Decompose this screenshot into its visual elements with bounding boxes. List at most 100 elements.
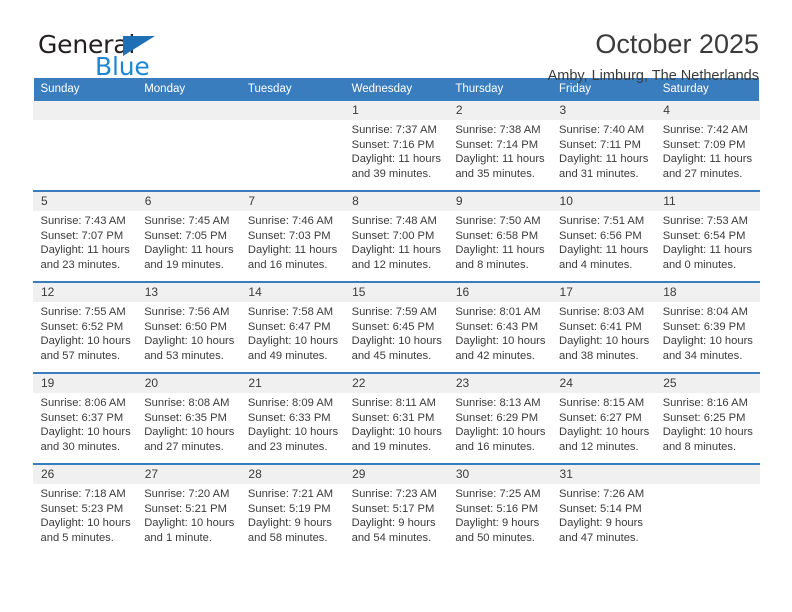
day-number[interactable]: 9 xyxy=(447,190,553,211)
day-cell[interactable]: Sunrise: 7:43 AM Sunset: 7:07 PM Daylight:… xyxy=(33,211,138,282)
day-number[interactable]: 12 xyxy=(33,281,138,302)
day-info-line: Sunset: 7:14 PM xyxy=(455,138,539,151)
day-cell[interactable]: Sunrise: 7:58 AM Sunset: 6:47 PM Daylight:… xyxy=(240,302,345,373)
day-number[interactable]: 5 xyxy=(33,190,138,211)
day-info-line: Sunset: 6:52 PM xyxy=(40,320,124,333)
day-cell[interactable]: Sunrise: 7:56 AM Sunset: 6:50 PM Daylight:… xyxy=(137,302,241,373)
day-info-line: Sunset: 7:09 PM xyxy=(662,138,746,151)
day-number[interactable]: 7 xyxy=(240,190,346,211)
day-number[interactable]: 22 xyxy=(344,372,449,393)
day-number[interactable]: 19 xyxy=(33,372,138,393)
day-cell[interactable]: Sunrise: 7:55 AM Sunset: 6:52 PM Daylight:… xyxy=(33,302,138,373)
day-info-line: Sunset: 6:35 PM xyxy=(144,411,227,424)
day-info-line: Sunrise: 7:59 AM xyxy=(351,306,437,318)
day-number[interactable]: 28 xyxy=(240,463,346,484)
day-cell[interactable]: Sunrise: 7:42 AM Sunset: 7:09 PM Daylight:… xyxy=(655,120,760,191)
day-cell[interactable]: Sunrise: 7:40 AM Sunset: 7:11 PM Daylight:… xyxy=(552,120,656,191)
day-cell[interactable]: Sunrise: 7:51 AM Sunset: 6:56 PM Daylight:… xyxy=(552,211,656,282)
day-info-line: and 23 minutes. xyxy=(247,440,328,453)
day-number[interactable]: 3 xyxy=(551,101,657,120)
day-cell[interactable]: Sunrise: 7:21 AM Sunset: 5:19 PM Daylight:… xyxy=(240,484,345,555)
day-number[interactable]: 18 xyxy=(655,281,760,302)
day-number[interactable]: 30 xyxy=(447,463,553,484)
day-number[interactable]: 6 xyxy=(136,190,242,211)
weekday-header-thursday: Thursday xyxy=(448,78,553,101)
day-info-line: Daylight: 11 hours xyxy=(662,244,753,257)
day-number[interactable]: 2 xyxy=(447,101,553,120)
day-info-line: Sunrise: 7:37 AM xyxy=(351,124,437,136)
day-number[interactable]: 16 xyxy=(447,281,553,302)
day-info-line: Sunrise: 7:55 AM xyxy=(40,306,126,318)
day-number[interactable]: 31 xyxy=(551,463,657,484)
day-info-line: Daylight: 10 hours xyxy=(40,517,131,530)
day-info-line: and 49 minutes. xyxy=(247,349,328,362)
day-info-line: Sunrise: 8:16 AM xyxy=(662,397,748,409)
day-info-line: Daylight: 11 hours xyxy=(662,153,753,166)
day-cell[interactable]: Sunrise: 8:03 AM Sunset: 6:41 PM Daylight:… xyxy=(552,302,656,373)
day-number[interactable]: 4 xyxy=(655,101,760,120)
day-number[interactable]: 25 xyxy=(655,372,760,393)
day-cell[interactable]: Sunrise: 7:26 AM Sunset: 5:14 PM Daylight:… xyxy=(552,484,656,555)
day-cell[interactable]: Sunrise: 8:13 AM Sunset: 6:29 PM Daylight:… xyxy=(448,393,553,464)
day-number[interactable]: 14 xyxy=(240,281,346,302)
day-cell[interactable]: Sunrise: 7:37 AM Sunset: 7:16 PM Daylight:… xyxy=(344,120,449,191)
day-info-line: Daylight: 10 hours xyxy=(455,426,546,439)
day-number[interactable]: 1 xyxy=(344,101,449,120)
day-info-line: Daylight: 11 hours xyxy=(40,244,130,257)
day-info-line: Sunset: 6:25 PM xyxy=(662,411,746,424)
day-number[interactable]: 17 xyxy=(551,281,657,302)
day-info-line: and 27 minutes. xyxy=(144,440,224,453)
day-cell[interactable]: Sunrise: 7:45 AM Sunset: 7:05 PM Daylight:… xyxy=(137,211,241,282)
day-info-line: Sunset: 6:43 PM xyxy=(455,320,539,333)
day-cell[interactable]: Sunrise: 8:04 AM Sunset: 6:39 PM Daylight:… xyxy=(655,302,760,373)
day-number[interactable]: 24 xyxy=(551,372,657,393)
day-cell[interactable]: Sunrise: 8:15 AM Sunset: 6:27 PM Daylight:… xyxy=(552,393,656,464)
day-cell[interactable]: Sunrise: 8:09 AM Sunset: 6:33 PM Daylight:… xyxy=(240,393,345,464)
day-number[interactable]: 27 xyxy=(136,463,242,484)
day-number[interactable]: 23 xyxy=(447,372,553,393)
day-cell[interactable]: Sunrise: 7:38 AM Sunset: 7:14 PM Daylight:… xyxy=(448,120,553,191)
day-info-line: Daylight: 11 hours xyxy=(455,153,545,166)
day-number[interactable]: 29 xyxy=(344,463,449,484)
day-cell[interactable]: Sunrise: 7:20 AM Sunset: 5:21 PM Daylight:… xyxy=(137,484,241,555)
day-number[interactable]: 21 xyxy=(240,372,346,393)
day-info-line: and 50 minutes. xyxy=(455,531,535,544)
day-info-line: and 16 minutes. xyxy=(455,440,535,453)
day-cell[interactable]: Sunrise: 7:50 AM Sunset: 6:58 PM Daylight:… xyxy=(448,211,553,282)
day-cell[interactable]: Sunrise: 8:08 AM Sunset: 6:35 PM Daylight:… xyxy=(137,393,241,464)
day-cell[interactable]: Sunrise: 8:16 AM Sunset: 6:25 PM Daylight:… xyxy=(655,393,760,464)
day-cell[interactable]: Sunrise: 8:11 AM Sunset: 6:31 PM Daylight:… xyxy=(344,393,449,464)
day-number[interactable]: 10 xyxy=(551,190,657,211)
day-info-line: Sunrise: 7:43 AM xyxy=(40,215,126,227)
day-number[interactable]: 15 xyxy=(344,281,449,302)
day-cell[interactable]: Sunrise: 7:53 AM Sunset: 6:54 PM Daylight:… xyxy=(655,211,760,282)
day-info-line: and 12 minutes. xyxy=(559,440,639,453)
day-info-line: and 19 minutes. xyxy=(144,258,224,271)
day-cell[interactable]: Sunrise: 8:06 AM Sunset: 6:37 PM Daylight:… xyxy=(33,393,138,464)
day-number-empty xyxy=(655,463,760,484)
day-info-line: Daylight: 10 hours xyxy=(144,517,235,530)
day-number[interactable]: 8 xyxy=(344,190,449,211)
day-cell[interactable]: Sunrise: 7:59 AM Sunset: 6:45 PM Daylight:… xyxy=(344,302,449,373)
calendar-body: 1 2 3 4 Sunrise: 7:37 AM Sunset: 7:16 PM Dayli… xyxy=(33,101,760,555)
day-number[interactable]: 11 xyxy=(655,190,760,211)
day-info-line: Sunset: 6:27 PM xyxy=(559,411,642,424)
day-info-line: Sunrise: 7:51 AM xyxy=(559,215,645,227)
day-cell[interactable]: Sunrise: 7:46 AM Sunset: 7:03 PM Daylight:… xyxy=(240,211,345,282)
day-info-line: Daylight: 9 hours xyxy=(247,517,332,530)
day-cell[interactable]: Sunrise: 7:18 AM Sunset: 5:23 PM Daylight:… xyxy=(33,484,138,555)
day-info-line: Sunset: 6:50 PM xyxy=(144,320,227,333)
day-number[interactable]: 13 xyxy=(136,281,242,302)
day-cell[interactable]: Sunrise: 8:01 AM Sunset: 6:43 PM Daylight:… xyxy=(448,302,553,373)
day-info-line: Daylight: 10 hours xyxy=(247,335,339,348)
day-info-line: Sunrise: 7:40 AM xyxy=(559,124,645,136)
day-cell[interactable]: Sunrise: 7:48 AM Sunset: 7:00 PM Daylight:… xyxy=(344,211,449,282)
day-info-line: Sunset: 6:54 PM xyxy=(662,229,746,242)
day-info-line: Daylight: 9 hours xyxy=(559,517,643,530)
day-number[interactable]: 20 xyxy=(136,372,242,393)
day-cell[interactable]: Sunrise: 7:25 AM Sunset: 5:16 PM Daylight:… xyxy=(448,484,553,555)
day-info-line: and 42 minutes. xyxy=(455,349,535,362)
week-info-row: Sunrise: 7:37 AM Sunset: 7:16 PM Daylight:… xyxy=(33,120,760,191)
day-cell[interactable]: Sunrise: 7:23 AM Sunset: 5:17 PM Daylight:… xyxy=(344,484,449,555)
day-number[interactable]: 26 xyxy=(33,463,138,484)
